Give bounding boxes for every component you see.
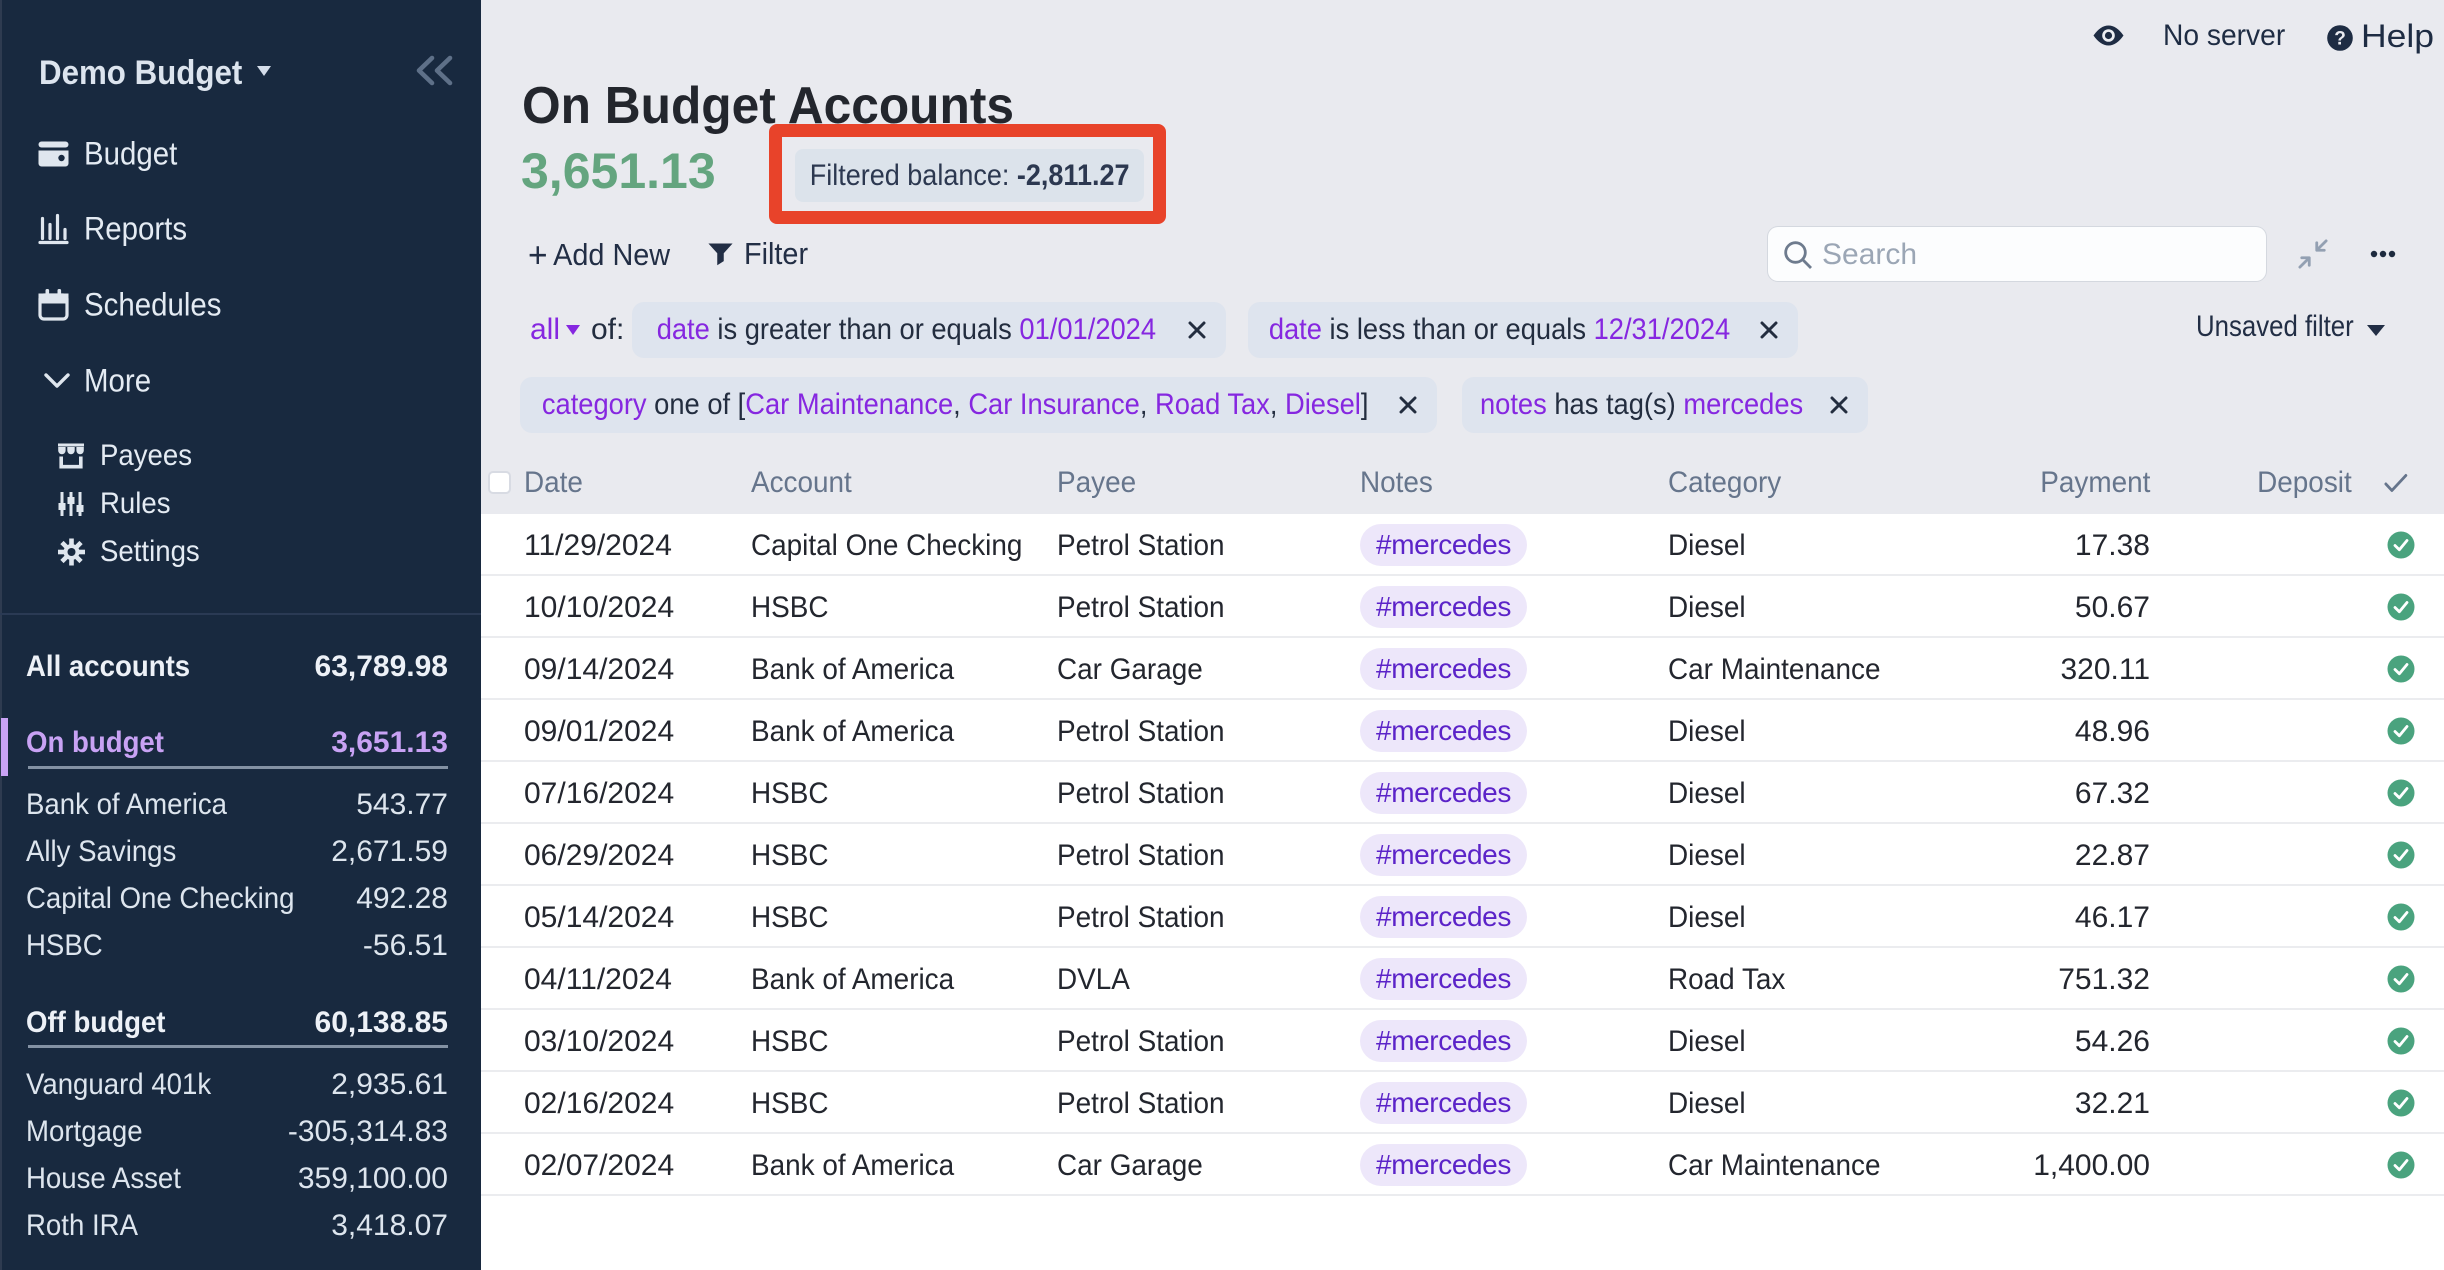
svg-text:?: ? bbox=[2334, 29, 2346, 50]
